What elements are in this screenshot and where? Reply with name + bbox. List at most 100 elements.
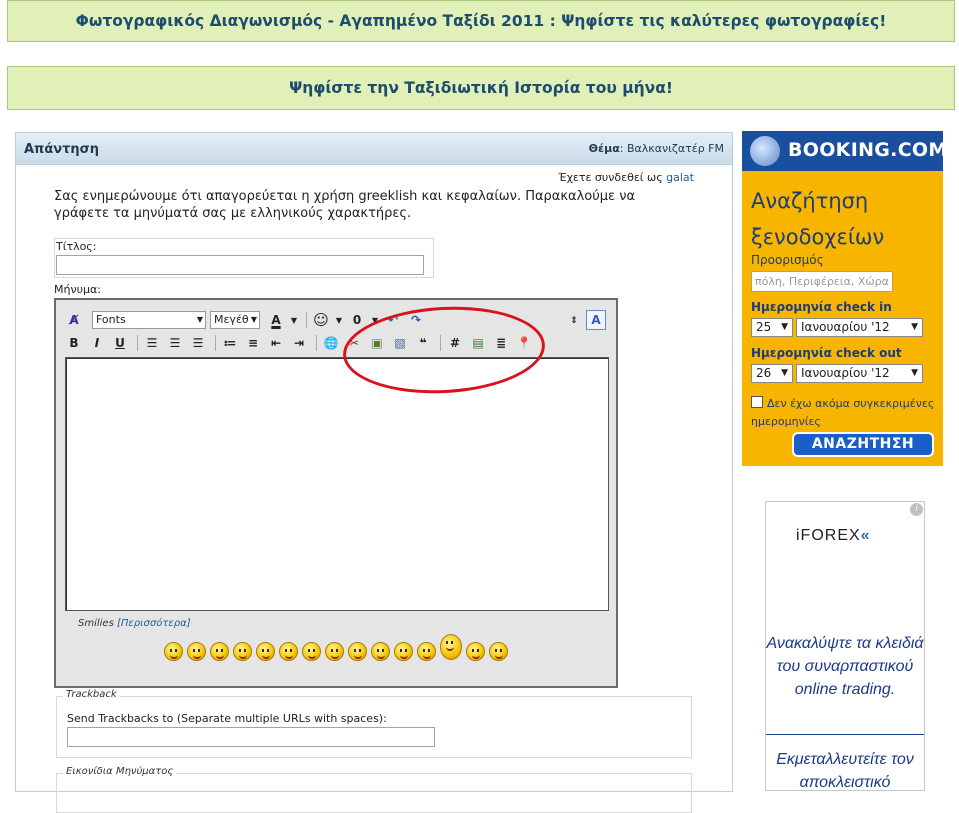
smiley-icon[interactable] [164,642,183,661]
subject-value: Βαλκανιζατέρ FM [626,142,724,155]
ordered-list-icon[interactable]: ≔ [220,333,240,353]
align-right-icon[interactable]: ☰ [188,333,208,353]
post-icons-fieldset: Εικονίδια Μηνύματος [56,766,692,813]
greeklish-notice: Σας ενημερώνουμε ότι απαγορεύεται η χρήσ… [54,189,636,221]
smiley-icon[interactable] [466,642,485,661]
smiley-icon[interactable] [233,642,252,661]
post-icons-legend: Εικονίδια Μηνύματος [63,766,177,777]
smiley-picker-icon[interactable]: ☺ [311,310,331,330]
booking-logo: BOOKING.COM [788,139,948,161]
ad-divider [766,734,924,735]
chevron-down-icon: ▼ [250,315,257,324]
toolbar-divider [215,335,216,351]
no-dates-checkbox[interactable] [751,396,763,408]
insert-link-icon[interactable]: 🌐 [321,333,341,353]
smilies-label: Smilies [Περισσότερα] [78,618,191,629]
smiley-icon[interactable] [489,642,508,661]
align-left-icon[interactable]: ☰ [142,333,162,353]
checkin-day-value: 25 [756,320,772,334]
outdent-icon[interactable]: ⇤ [266,333,286,353]
chevron-down-icon: ▼ [911,368,918,378]
font-select-value: Fonts [96,313,126,326]
chevron-down-icon: ▼ [781,368,788,378]
checkout-day-select[interactable]: 26 ▼ [751,364,793,383]
booking-heading: Αναζήτηση ξενοδοχείων [751,189,885,249]
ad-info-icon[interactable]: i [910,503,923,516]
smiley-icon[interactable] [348,642,367,661]
smiley-icon[interactable] [417,642,436,661]
reply-panel: Απάντηση Θέμα: Βαλκανιζατέρ FM Έχετε συν… [15,132,733,813]
trackback-legend: Trackback [63,689,120,700]
checkout-day-value: 26 [756,366,772,380]
checkout-label: Ημερομηνία check out [751,346,902,360]
panel-header: Απάντηση Θέμα: Βαλκανιζατέρ FM [16,133,732,165]
title-input[interactable] [56,255,424,275]
chevron-down-icon: ▼ [196,315,203,324]
underline-icon[interactable]: U [110,333,130,353]
smiley-dropdown-icon[interactable]: ▼ [334,310,344,330]
booking-widget: BOOKING.COM Αναζήτηση ξενοδοχείων Προορι… [742,131,947,466]
no-dates-label: Δεν έχω ακόμα συγκεκριμένες ημερομηνίες [751,397,935,428]
toolbar-divider [306,312,307,328]
subject-label: Θέμα [588,142,620,155]
rock-on-smiley-icon[interactable] [440,634,462,660]
text-color-icon[interactable]: A [266,310,286,330]
switch-mode-icon[interactable]: A [586,310,606,330]
checkout-month-select[interactable]: Ιανουαρίου '12 ▼ [796,364,923,383]
smiley-icon[interactable] [394,642,413,661]
booking-header[interactable]: BOOKING.COM [742,131,947,171]
trackback-label: Send Trackbacks to (Separate multiple UR… [67,712,387,725]
indent-icon[interactable]: ⇥ [289,333,309,353]
story-banner[interactable]: Ψηφίστε την Ταξιδιωτική Ιστορία του μήνα… [7,66,955,110]
smiley-icon[interactable] [371,642,390,661]
username-link[interactable]: galat [666,171,694,184]
size-select-value: Μεγέθ [214,313,249,326]
iforex-ad[interactable]: i iFOREX« Ανακαλύψτε τα κλειδιά του συνα… [765,501,925,791]
align-center-icon[interactable]: ☰ [165,333,185,353]
ad-subline: Εκμεταλλευτείτε τον αποκλειστικό [776,751,914,791]
bold-icon[interactable]: B [64,333,84,353]
checkout-month-value: Ιανουαρίου '12 [801,366,890,380]
font-select[interactable]: Fonts ▼ [92,311,206,329]
trackback-input[interactable] [67,727,435,747]
smiley-icon[interactable] [279,642,298,661]
italic-icon[interactable]: I [87,333,107,353]
iforex-logo-text: iFOREX [796,527,861,544]
size-select[interactable]: Μεγέθ ▼ [210,311,260,329]
smiley-icon[interactable] [210,642,229,661]
smiley-icon[interactable] [302,642,321,661]
iforex-logo-mark: « [860,527,871,544]
remove-format-icon[interactable]: A̸ [64,310,84,330]
color-dropdown-icon[interactable]: ▼ [289,310,299,330]
chevron-down-icon: ▼ [781,322,788,332]
resize-icon[interactable]: ⇕ [564,311,584,331]
smiley-icon[interactable] [256,642,275,661]
thread-subject: Θέμα: Βαλκανιζατέρ FM [588,142,724,155]
logged-in-status: Έχετε συνδεθεί ως galat [558,171,694,184]
contest-banner[interactable]: Φωτογραφικός Διαγωνισμός - Αγαπημένο Ταξ… [7,0,955,42]
search-button[interactable]: ΑΝΑΖΗΤΗΣΗ [792,432,934,457]
globe-icon [750,136,780,166]
smiley-icon[interactable] [325,642,344,661]
title-fieldset: Τίτλος: [54,238,434,278]
destination-label: Προορισμός [751,253,824,267]
smiley-row [164,634,512,661]
smilies-title: Smilies [78,618,114,629]
toolbar-divider [316,335,317,351]
message-label: Μήνυμα: [54,283,101,296]
smiley-icon[interactable] [187,642,206,661]
message-textarea[interactable] [65,357,609,611]
trackback-fieldset: Trackback Send Trackbacks to (Separate m… [56,689,692,758]
checkin-label: Ημερομηνία check in [751,300,892,314]
checkin-month-value: Ιανουαρίου '12 [801,320,890,334]
checkin-day-select[interactable]: 25 ▼ [751,318,793,337]
destination-input[interactable]: πόλη, Περιφέρεια, Χώρα [751,271,893,292]
unordered-list-icon[interactable]: ≡ [243,333,263,353]
more-smilies-link[interactable]: [Περισσότερα] [117,618,191,629]
checkin-month-select[interactable]: Ιανουαρίου '12 ▼ [796,318,923,337]
toolbar-divider [137,335,138,351]
panel-title: Απάντηση [24,142,100,157]
toolbar-row-1: A̸ [64,310,87,330]
iforex-logo: iFOREX« [796,527,871,545]
logged-in-prefix: Έχετε συνδεθεί ως [558,171,663,184]
